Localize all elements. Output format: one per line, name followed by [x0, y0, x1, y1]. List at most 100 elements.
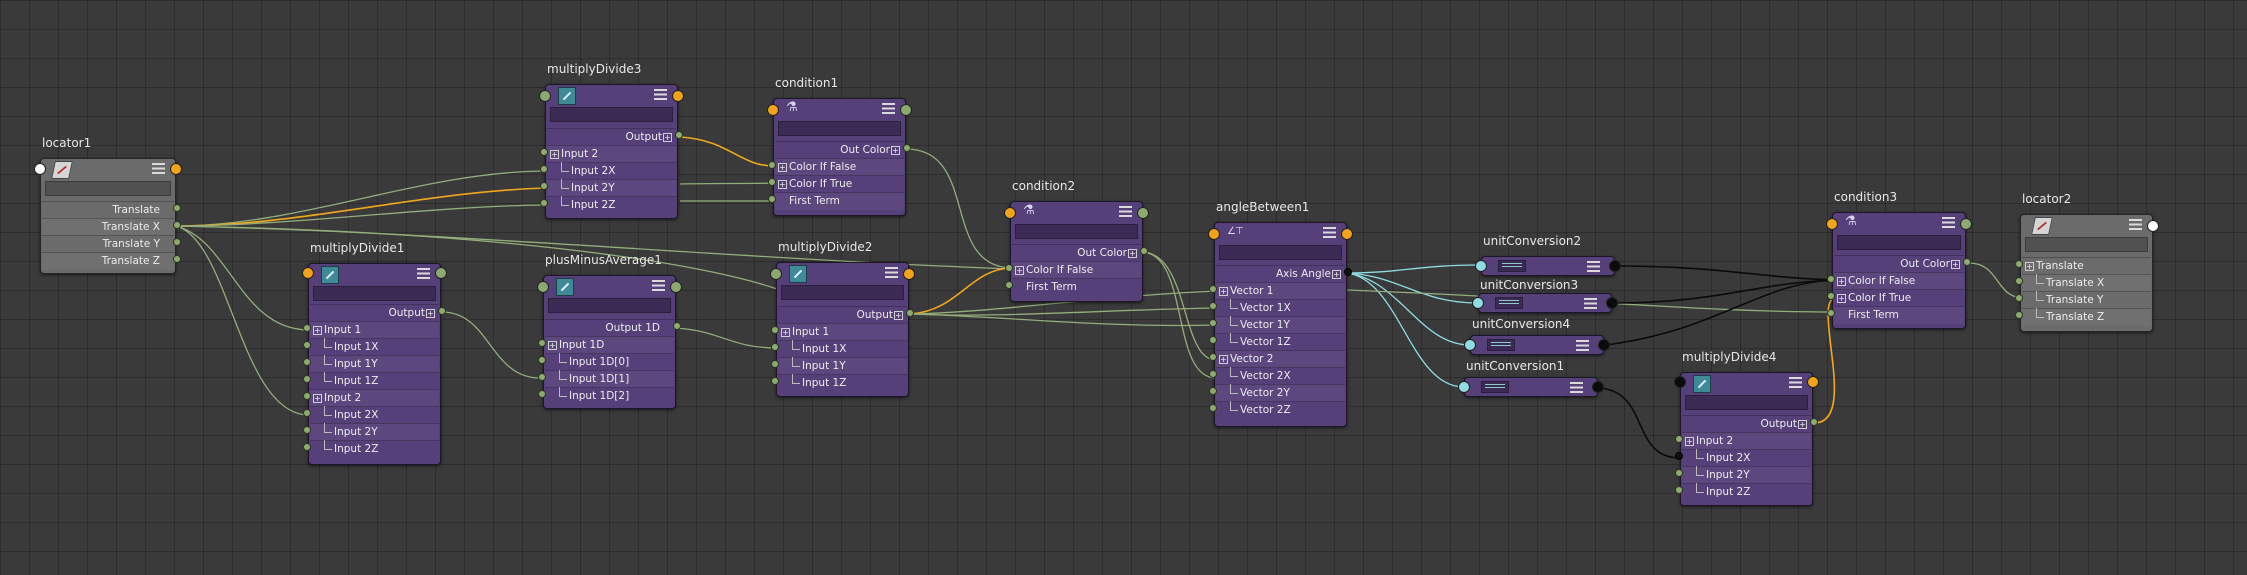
port[interactable] [903, 144, 911, 152]
node-menu-icon[interactable] [882, 103, 895, 114]
port[interactable] [538, 373, 546, 381]
input-port[interactable] [1208, 228, 1220, 240]
node-menu-icon[interactable] [652, 280, 665, 291]
port[interactable] [303, 392, 311, 400]
port[interactable] [1344, 268, 1352, 276]
port[interactable] [1209, 404, 1217, 412]
node-menu-icon[interactable] [1323, 227, 1336, 238]
port[interactable] [1675, 486, 1683, 494]
output-port[interactable] [2147, 220, 2159, 232]
node-locator1[interactable]: locator1 Translate Translate X Translate… [34, 136, 182, 274]
output-port[interactable] [1341, 228, 1353, 240]
port[interactable] [673, 322, 681, 330]
port[interactable] [1209, 302, 1217, 310]
input-port[interactable] [34, 163, 46, 175]
node-menu-icon[interactable] [885, 267, 898, 278]
output-port[interactable] [435, 267, 447, 279]
port[interactable] [1209, 319, 1217, 327]
port[interactable] [1675, 469, 1683, 477]
port[interactable] [538, 339, 546, 347]
node-menu-icon[interactable] [152, 163, 165, 174]
port[interactable] [538, 390, 546, 398]
input-port[interactable] [1826, 218, 1838, 230]
port[interactable] [2015, 277, 2023, 285]
output-port[interactable] [1606, 297, 1618, 309]
port[interactable] [540, 148, 548, 156]
output-port[interactable] [1609, 260, 1621, 272]
port[interactable] [1827, 292, 1835, 300]
node-multiplyDivide2[interactable]: multiplyDivide2 Output Input 1 Input 1X … [770, 240, 915, 397]
node-condition3[interactable]: condition3 Out Color Color If False Colo… [1826, 190, 1972, 329]
node-menu-icon[interactable] [1789, 377, 1802, 388]
node-unitConversion3[interactable]: unitConversion3 [1472, 278, 1618, 313]
input-port[interactable] [1464, 339, 1476, 351]
port[interactable] [303, 375, 311, 383]
input-port[interactable] [1458, 381, 1470, 393]
port[interactable] [540, 199, 548, 207]
output-port[interactable] [670, 281, 682, 293]
input-port[interactable] [1004, 207, 1016, 219]
input-port[interactable] [767, 104, 779, 116]
node-menu-icon[interactable] [1584, 298, 1597, 309]
port[interactable] [1140, 247, 1148, 255]
port[interactable] [173, 255, 181, 263]
input-port[interactable] [1472, 297, 1484, 309]
port[interactable] [1963, 258, 1971, 266]
port[interactable] [1209, 370, 1217, 378]
input-port[interactable] [1475, 260, 1487, 272]
port[interactable] [1005, 264, 1013, 272]
node-menu-icon[interactable] [2129, 219, 2142, 230]
port[interactable] [675, 131, 683, 139]
input-port[interactable] [539, 90, 551, 102]
output-port[interactable] [1592, 381, 1604, 393]
node-locator2[interactable]: locator2 Translate Translate X Translate… [2015, 192, 2159, 332]
port[interactable] [303, 443, 311, 451]
node-menu-icon[interactable] [654, 89, 667, 100]
port[interactable] [540, 165, 548, 173]
port[interactable] [1209, 336, 1217, 344]
port[interactable] [2015, 311, 2023, 319]
node-condition2[interactable]: condition2 Out Color Color If False Firs… [1004, 179, 1149, 302]
port[interactable] [303, 324, 311, 332]
port[interactable] [906, 309, 914, 317]
port[interactable] [1675, 452, 1683, 460]
port[interactable] [438, 307, 446, 315]
port[interactable] [768, 161, 776, 169]
port[interactable] [2015, 260, 2023, 268]
output-port[interactable] [170, 163, 182, 175]
node-menu-icon[interactable] [1942, 217, 1955, 228]
input-port[interactable] [302, 267, 314, 279]
output-port[interactable] [900, 104, 912, 116]
output-port[interactable] [903, 268, 915, 280]
output-port[interactable] [1807, 376, 1819, 388]
node-unitConversion2[interactable]: unitConversion2 [1475, 234, 1621, 276]
port[interactable] [173, 238, 181, 246]
port[interactable] [1827, 275, 1835, 283]
node-menu-icon[interactable] [1587, 261, 1600, 272]
node-multiplyDivide3[interactable]: multiplyDivide3 Output Input 2 Input 2X … [539, 62, 684, 219]
port[interactable] [173, 221, 181, 229]
port[interactable] [303, 409, 311, 417]
output-port[interactable] [1960, 218, 1972, 230]
port[interactable] [768, 178, 776, 186]
port[interactable] [540, 182, 548, 190]
port[interactable] [2015, 294, 2023, 302]
node-plusMinusAverage1[interactable]: plusMinusAverage1 Output 1D Input 1D Inp… [537, 253, 682, 409]
node-unitConversion1[interactable]: unitConversion1 [1458, 359, 1604, 397]
output-port[interactable] [1598, 339, 1610, 351]
port[interactable] [771, 343, 779, 351]
port[interactable] [538, 356, 546, 364]
port[interactable] [1209, 285, 1217, 293]
input-port[interactable] [537, 281, 549, 293]
port[interactable] [1827, 309, 1835, 317]
input-port[interactable] [1674, 376, 1686, 388]
output-port[interactable] [672, 90, 684, 102]
node-multiplyDivide1[interactable]: multiplyDivide1 Output Input 1 Input 1X … [302, 241, 447, 465]
port[interactable] [771, 326, 779, 334]
port[interactable] [1675, 435, 1683, 443]
output-port[interactable] [1137, 207, 1149, 219]
port[interactable] [1810, 418, 1818, 426]
node-menu-icon[interactable] [1576, 340, 1589, 351]
port[interactable] [1209, 387, 1217, 395]
node-menu-icon[interactable] [417, 268, 430, 279]
